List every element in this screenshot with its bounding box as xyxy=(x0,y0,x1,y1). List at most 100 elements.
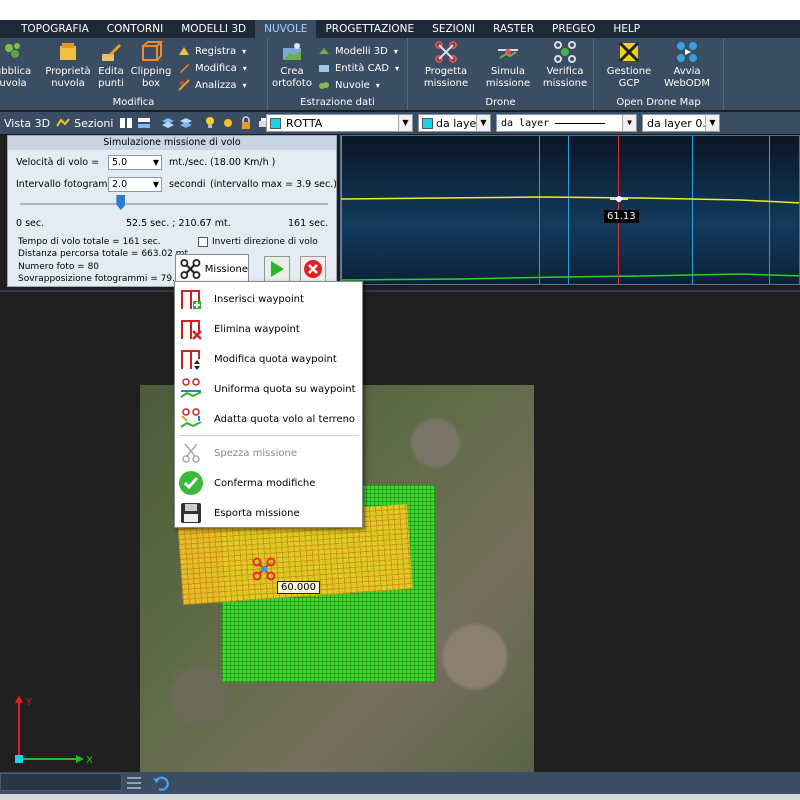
vista-3d-button[interactable]: Vista 3D xyxy=(4,117,50,130)
drone-marker-icon xyxy=(610,196,628,202)
photo-count: Numero foto = 80 xyxy=(18,262,100,272)
ucs-axis-icon: Y X xyxy=(15,695,93,766)
undo-icon[interactable] xyxy=(152,774,170,792)
group-label-estrazione: Estrazione dati xyxy=(300,97,375,108)
title-strip xyxy=(0,0,800,20)
terrain-follow-icon xyxy=(180,408,202,428)
menu-item-adatta-quota[interactable]: Adatta quota volo al terreno xyxy=(175,405,362,433)
menu-item-inserisci-waypoint[interactable]: Inserisci waypoint xyxy=(175,285,362,313)
edit-altitude-icon xyxy=(181,350,200,370)
crea-ortofoto-button[interactable]: Crea ortofoto xyxy=(270,40,314,90)
terrain-line xyxy=(341,273,799,281)
speed-unit: mt./sec. xyxy=(169,157,208,168)
linetype-select[interactable]: da layer ▼ xyxy=(496,114,637,132)
chevron-down-icon: ▼ xyxy=(152,180,159,189)
tab-progettazione[interactable]: PROGETTAZIONE xyxy=(316,20,423,38)
orthophoto-icon xyxy=(283,43,301,60)
speed-kmh: (18.00 Km/h ) xyxy=(210,157,276,168)
simula-missione-button[interactable]: Simula missione xyxy=(486,40,530,90)
speed-select[interactable]: 5.0 ▼ xyxy=(108,155,162,170)
lightbulb-icon[interactable] xyxy=(203,116,217,130)
menu-item-modifica-quota-waypoint[interactable]: Modifica quota waypoint xyxy=(175,345,362,373)
layers-icon[interactable] xyxy=(161,116,175,130)
tab-pregeo[interactable]: PREGEO xyxy=(543,20,604,38)
insert-waypoint-icon xyxy=(181,290,201,309)
tab-contorni[interactable]: CONTORNI xyxy=(98,20,172,38)
proprieta-nuvola-button[interactable]: Proprietà nuvola xyxy=(45,40,91,90)
time-end: 161 sec. xyxy=(288,218,329,229)
group-label-modifica: Modifica xyxy=(112,97,155,108)
interval-unit: secondi xyxy=(169,179,206,190)
pencil-points-icon xyxy=(102,44,121,61)
invert-direction-checkbox[interactable] xyxy=(198,237,208,247)
cloud-properties-icon xyxy=(60,43,76,60)
drawing-canvas[interactable]: 60.000 Y X xyxy=(0,290,800,773)
clipping-box-icon xyxy=(142,41,163,61)
rows-icon[interactable] xyxy=(137,116,151,130)
interval-select[interactable]: 2.0 ▼ xyxy=(108,177,162,192)
sun-icon[interactable] xyxy=(221,116,235,130)
tab-nuvole[interactable]: NUVOLE xyxy=(255,20,317,38)
interval-max: (intervallo max = 3.9 sec.) xyxy=(210,179,337,190)
webodm-icon xyxy=(677,42,697,62)
group-label-drone: Drone xyxy=(485,97,516,108)
pubblica-nuvola-button[interactable]: ubblica uvola xyxy=(0,40,31,90)
columns-icon[interactable] xyxy=(119,116,133,130)
chevron-down-icon: ▼ xyxy=(705,115,719,131)
group-label-odm: Open Drone Map xyxy=(616,97,701,108)
register-icon xyxy=(179,47,189,55)
linetype-preview xyxy=(555,122,606,124)
modifica-button[interactable]: Modifica ▾ xyxy=(178,60,247,76)
lock-icon[interactable] xyxy=(239,116,253,130)
edita-punti-button[interactable]: Edita punti xyxy=(94,40,128,90)
menu-item-uniforma-quota[interactable]: Uniforma quota su waypoint xyxy=(175,375,362,403)
tab-topografia[interactable]: TOPOGRAFIA xyxy=(12,20,98,38)
tab-raster[interactable]: RASTER xyxy=(484,20,543,38)
missione-button[interactable]: Missione xyxy=(175,254,249,284)
sezioni-button[interactable]: Sezioni xyxy=(74,117,113,130)
altitude-profile-view[interactable]: 61.13 xyxy=(340,135,800,285)
lineweight-select[interactable]: da layer 0.1 ▼ xyxy=(642,114,720,132)
tab-help[interactable]: HELP xyxy=(604,20,649,38)
list-icon[interactable] xyxy=(125,775,143,791)
nuvole-button[interactable]: Nuvole ▾ xyxy=(318,77,380,93)
profile-lines xyxy=(341,196,799,281)
model-3d-icon xyxy=(319,48,329,54)
menu-item-elimina-waypoint[interactable]: Elimina waypoint xyxy=(175,315,362,343)
stop-button[interactable] xyxy=(300,256,326,282)
group-drone: Progetta missione Simula missione Verifi… xyxy=(408,38,594,110)
command-input[interactable] xyxy=(0,773,122,791)
avvia-webodm-button[interactable]: Avvia WebODM xyxy=(664,40,710,90)
cloud-share-icon xyxy=(5,43,20,58)
color-select[interactable]: da layer ▼ xyxy=(418,114,491,132)
play-button[interactable] xyxy=(264,256,290,282)
clipping-box-button[interactable]: Clipping box xyxy=(131,40,171,90)
chevron-down-icon: ▾ xyxy=(242,46,247,56)
time-slider-thumb[interactable] xyxy=(116,195,126,210)
play-icon xyxy=(271,261,284,277)
layer-select[interactable]: ROTTA ▼ xyxy=(266,114,413,132)
layers-stack-icon[interactable] xyxy=(179,116,193,130)
save-icon xyxy=(181,503,201,523)
uniform-altitude-icon xyxy=(180,378,202,398)
tab-modelli-3d[interactable]: MODELLI 3D xyxy=(172,20,255,38)
entita-cad-button[interactable]: Entità CAD ▾ xyxy=(318,60,399,76)
gestione-gcp-button[interactable]: Gestione GCP xyxy=(606,40,652,90)
verifica-missione-button[interactable]: Verifica missione xyxy=(542,40,588,90)
progetta-missione-button[interactable]: Progetta missione xyxy=(422,40,470,90)
time-slider-track[interactable] xyxy=(20,203,328,205)
modelli-3d-button[interactable]: Modelli 3D ▾ xyxy=(318,43,398,59)
registra-button[interactable]: Registra ▾ xyxy=(178,43,246,59)
drone-simulate-icon xyxy=(498,49,518,59)
menu-item-conferma-modifiche[interactable]: Conferma modifiche xyxy=(175,469,362,497)
chevron-down-icon: ▾ xyxy=(242,80,247,90)
altitude-label: 61.13 xyxy=(604,210,639,223)
close-icon xyxy=(304,260,322,278)
drone-design-icon xyxy=(435,41,457,63)
analizza-button[interactable]: Analizza ▾ xyxy=(178,77,247,93)
overlap-value: Sovrapposizione fotogrammi = 79.7 % xyxy=(18,274,193,284)
total-distance: Distanza percorsa totale = 663.02 mt. xyxy=(18,249,191,259)
application-window: TOPOGRAFIA CONTORNI MODELLI 3D NUVOLE PR… xyxy=(0,0,800,800)
menu-item-esporta-missione[interactable]: Esporta missione xyxy=(175,499,362,527)
tab-sezioni[interactable]: SEZIONI xyxy=(423,20,484,38)
